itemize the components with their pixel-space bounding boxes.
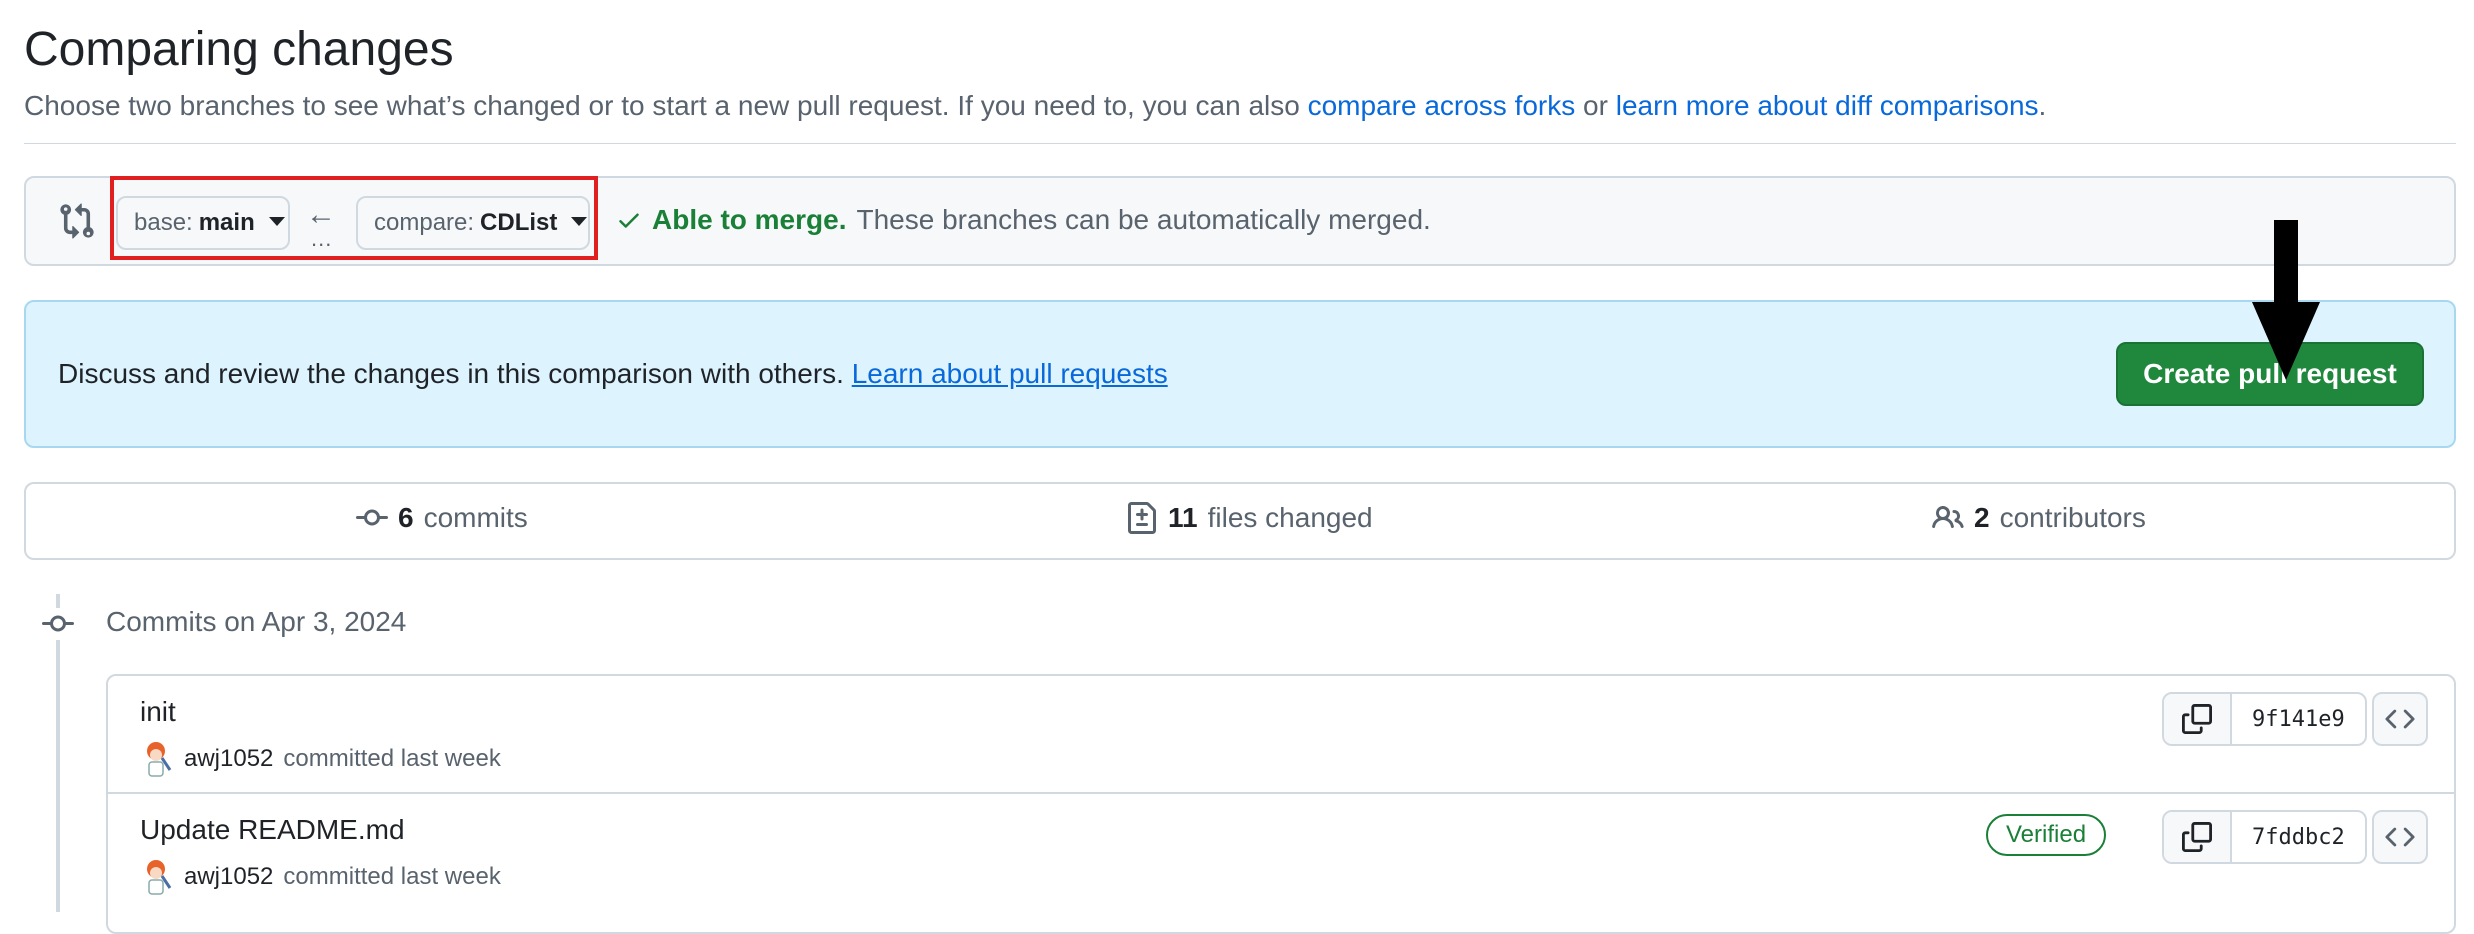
commit-sha-link[interactable]: 9f141e9: [2232, 694, 2365, 744]
commit-sha-link[interactable]: 7fddbc2: [2232, 812, 2365, 862]
commit-icon: [356, 509, 388, 526]
discuss-banner: Discuss and review the changes in this c…: [24, 220, 2456, 448]
compare-across-forks-link[interactable]: compare across forks: [1308, 90, 1576, 121]
commit-icon: [40, 608, 76, 640]
commits-label: commits: [423, 502, 528, 533]
browse-repository-button[interactable]: [2372, 692, 2428, 746]
commits-tab[interactable]: 6 commits: [356, 502, 528, 534]
timeline-line: [56, 594, 60, 912]
discuss-text: Discuss and review the changes in this c…: [58, 358, 1168, 390]
files-count: 11: [1168, 502, 1198, 533]
files-label: files changed: [1207, 502, 1373, 533]
commit-row: Update README.md awj1052 committed last …: [108, 794, 2454, 910]
copy-sha-button[interactable]: [2164, 812, 2232, 862]
discuss-message: Discuss and review the changes in this c…: [58, 358, 852, 389]
annotation-highlight-box: [110, 176, 598, 260]
contributors-tab[interactable]: 2 contributors: [1932, 502, 2146, 534]
sha-group: 9f141e9: [2162, 692, 2367, 746]
header-divider: [24, 143, 2456, 144]
branch-range-bar: base: main ← ... compare: CDList Able to…: [24, 176, 2456, 266]
file-diff-icon: [1128, 502, 1156, 534]
sha-group: 7fddbc2: [2162, 810, 2367, 864]
avatar[interactable]: [140, 858, 174, 896]
contributors-count: 2: [1974, 502, 1990, 533]
copy-icon: [2182, 704, 2212, 734]
merge-status: Able to merge. These branches can be aut…: [616, 204, 1431, 236]
browse-repository-button[interactable]: [2372, 810, 2428, 864]
subtitle-text: Choose two branches to see what’s change…: [24, 90, 1308, 121]
commits-count: 6: [398, 502, 414, 533]
subtitle-suffix: .: [2038, 90, 2047, 121]
files-changed-tab[interactable]: 11 files changed: [1126, 502, 1373, 534]
learn-pull-requests-link[interactable]: Learn about pull requests: [852, 358, 1168, 389]
annotation-arrow-icon: [2252, 220, 2320, 380]
copy-icon: [2182, 822, 2212, 852]
merge-ok-text: Able to merge.: [652, 204, 847, 235]
copy-sha-button[interactable]: [2164, 694, 2232, 744]
commit-action: committed last week: [283, 745, 501, 772]
learn-diff-comparisons-link[interactable]: learn more about diff comparisons: [1616, 90, 2039, 121]
page-title: Comparing changes: [24, 23, 454, 76]
subtitle-or: or: [1575, 90, 1616, 121]
commit-author[interactable]: awj1052: [184, 863, 273, 891]
commit-meta: awj1052 committed last week: [140, 858, 501, 896]
code-icon: [2385, 709, 2415, 729]
commit-action: committed last week: [283, 863, 501, 890]
commit-meta: awj1052 committed last week: [140, 740, 501, 778]
commit-title-link[interactable]: Update README.md: [140, 814, 405, 846]
compare-icon: [60, 203, 94, 239]
avatar[interactable]: [140, 740, 174, 778]
commits-date-heading: Commits on Apr 3, 2024: [106, 606, 407, 637]
contributors-label: contributors: [1999, 502, 2146, 533]
commit-author[interactable]: awj1052: [184, 745, 273, 773]
verified-badge[interactable]: Verified: [1986, 814, 2107, 856]
commit-row: init awj1052 committed last week 9f141e9: [108, 676, 2454, 794]
page-subtitle: Choose two branches to see what’s change…: [24, 90, 2046, 122]
code-icon: [2385, 827, 2415, 847]
check-icon: [619, 213, 639, 228]
merge-description: These branches can be automatically merg…: [856, 204, 1431, 235]
commit-list: init awj1052 committed last week 9f141e9…: [106, 674, 2456, 934]
commit-title-link[interactable]: init: [140, 696, 176, 728]
people-icon: [1932, 505, 1964, 529]
comparison-stats-bar: 6 commits 11 files changed 2 contributor…: [24, 482, 2456, 560]
